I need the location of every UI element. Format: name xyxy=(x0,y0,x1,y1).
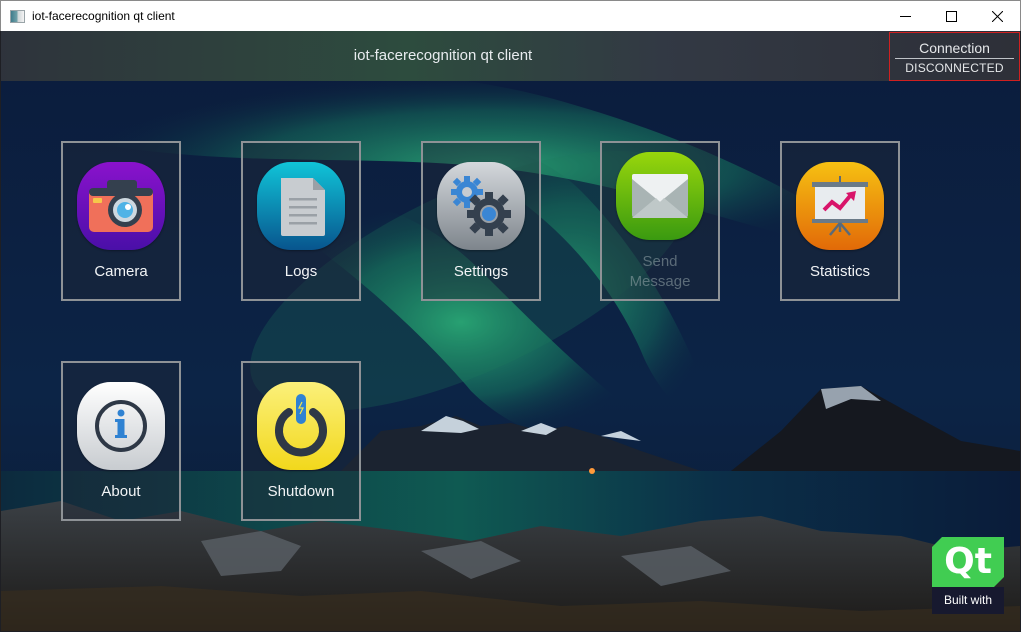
document-icon xyxy=(257,162,345,250)
gears-icon xyxy=(437,162,525,250)
connection-status-text: DISCONNECTED xyxy=(905,61,1004,75)
built-with-qt-badge: Qt Built with xyxy=(932,537,1004,614)
connection-label: Connection xyxy=(919,40,990,56)
window-title: iot-facerecognition qt client xyxy=(32,9,175,23)
tile-send-message-label-line2: Message xyxy=(629,273,691,290)
built-with-caption: Built with xyxy=(932,587,1004,614)
tile-shutdown-label: Shutdown xyxy=(267,483,335,500)
envelope-icon xyxy=(616,152,704,240)
maximize-icon xyxy=(945,10,957,22)
connection-status-panel: Connection DISCONNECTED xyxy=(889,32,1020,81)
qt-logo: Qt xyxy=(932,537,1004,587)
tile-send-message[interactable]: Send Message xyxy=(600,141,720,301)
tile-send-message-label-line1: Send xyxy=(642,253,678,270)
maximize-button[interactable] xyxy=(928,1,974,31)
header-title: iot-facerecognition qt client xyxy=(353,47,533,64)
main-window-client: iot-facerecognition qt client Connection… xyxy=(1,31,1020,631)
minimize-button[interactable] xyxy=(882,1,928,31)
close-icon xyxy=(991,10,1003,22)
tile-settings-label: Settings xyxy=(453,263,509,280)
aurora-background-image xyxy=(1,31,1020,631)
app-window-icon xyxy=(10,9,25,23)
tile-statistics-label: Statistics xyxy=(809,263,870,280)
camera-icon xyxy=(77,162,165,250)
minimize-icon xyxy=(899,15,911,17)
tile-statistics[interactable]: Statistics xyxy=(780,141,900,301)
tile-send-message-label: Send Message xyxy=(602,252,718,292)
app-header: iot-facerecognition qt client Connection… xyxy=(1,31,1020,81)
info-icon xyxy=(77,382,165,470)
tile-about[interactable]: About xyxy=(61,361,181,521)
tile-shutdown[interactable]: Shutdown xyxy=(241,361,361,521)
tile-about-label: About xyxy=(101,483,141,500)
tile-camera-label: Camera xyxy=(94,263,148,280)
tile-settings[interactable]: Settings xyxy=(421,141,541,301)
tile-camera[interactable]: Camera xyxy=(61,141,181,301)
window-controls xyxy=(882,1,1020,31)
tile-logs-label: Logs xyxy=(284,263,318,280)
power-icon xyxy=(257,382,345,470)
close-button[interactable] xyxy=(974,1,1020,31)
tile-logs[interactable]: Logs xyxy=(241,141,361,301)
connection-divider xyxy=(895,58,1014,59)
presentation-chart-icon xyxy=(796,162,884,250)
window-title-bar: iot-facerecognition qt client xyxy=(0,0,1021,31)
